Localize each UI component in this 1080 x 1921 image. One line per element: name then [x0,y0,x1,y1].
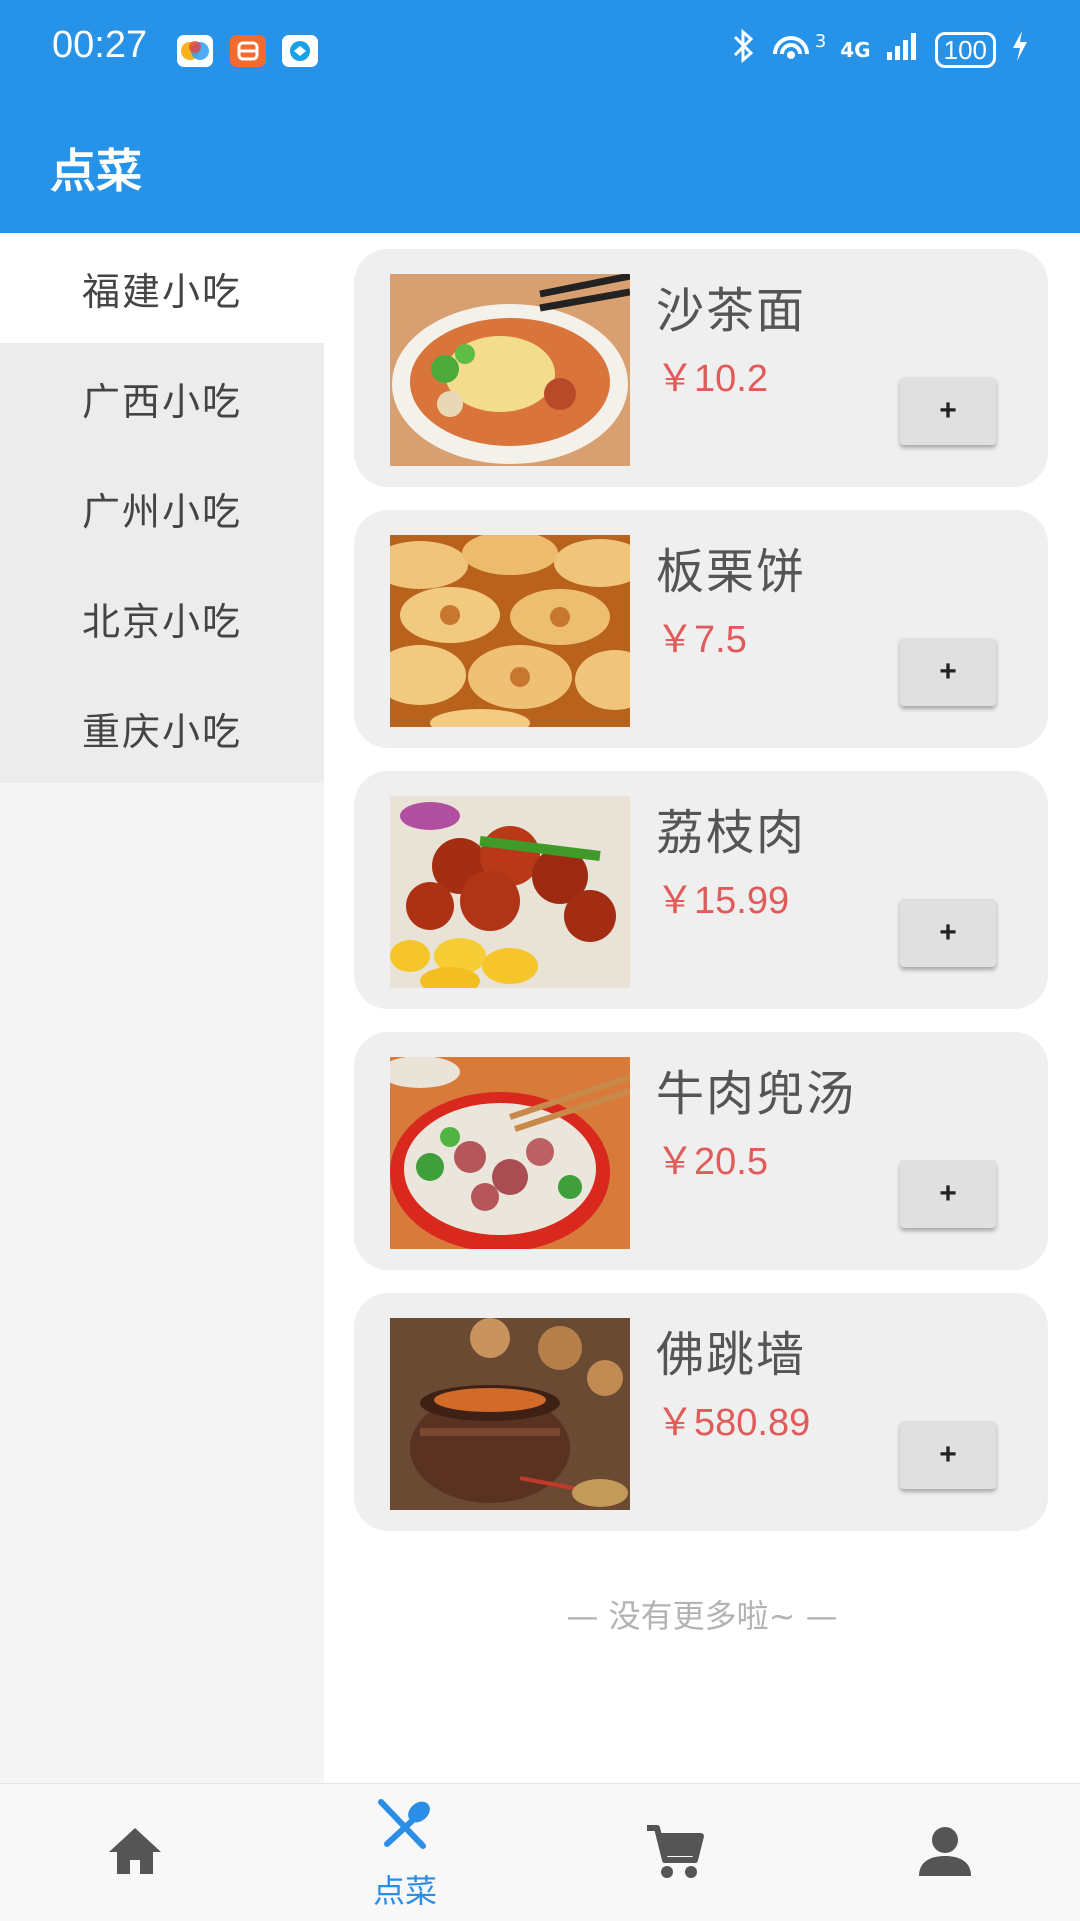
dish-price: ￥10.2 [656,358,768,400]
notification-app-icon-3 [282,35,318,67]
nav-order[interactable]: 点菜 [270,1784,540,1921]
battery-level: 100 [934,31,996,68]
category-sidebar: 福建小吃 广西小吃 广州小吃 北京小吃 重庆小吃 [0,233,324,1783]
notification-app-icon-2 [230,35,266,67]
person-icon [913,1820,977,1884]
nav-cart[interactable] [540,1784,810,1921]
category-chongqing[interactable]: 重庆小吃 [0,673,324,783]
dish-photo-buddha-jumps [390,1318,630,1510]
category-guangzhou[interactable]: 广州小吃 [0,453,324,563]
nav-home[interactable] [0,1784,270,1921]
dish-price: ￥580.89 [656,1402,811,1444]
category-guangxi[interactable]: 广西小吃 [0,343,324,453]
category-label: 北京小吃 [81,599,242,644]
dish-card: 板栗饼 ￥7.5 + [354,510,1048,748]
add-to-cart-button[interactable]: + [900,899,996,967]
dish-name: 牛肉兜汤 [656,1066,857,1122]
dish-price: ￥20.5 [656,1141,768,1183]
dish-card: 佛跳墙 ￥580.89 + [354,1293,1048,1531]
category-beijing[interactable]: 北京小吃 [0,563,324,673]
dish-photo-lychee-pork [390,796,630,988]
add-to-cart-button[interactable]: + [900,638,996,706]
nav-profile[interactable] [810,1784,1080,1921]
bluetooth-icon [731,28,755,71]
sim-badge: 3 [814,31,827,52]
nav-order-label: 点菜 [372,1872,437,1910]
add-to-cart-button[interactable]: + [900,377,996,445]
dish-price: ￥15.99 [656,880,790,922]
dish-price: ￥7.5 [656,619,747,661]
dish-card: 牛肉兜汤 ￥20.5 + [354,1032,1048,1270]
category-fujian[interactable]: 福建小吃 [0,233,324,343]
status-bar: 00:27 3 4G 100 [0,0,1080,105]
bottom-navigation: 点菜 [0,1783,1080,1921]
category-label: 广西小吃 [81,379,242,424]
dish-photo-beef-soup [390,1057,630,1249]
category-label: 广州小吃 [81,489,242,534]
dish-name: 沙茶面 [656,283,807,339]
signal-icon [885,30,921,69]
charging-icon [1010,29,1030,70]
page-title: 点菜 [50,144,142,198]
dish-list[interactable]: 沙茶面 ￥10.2 + 板栗饼 ￥7.5 + 荔枝肉 ￥15.99 + 牛肉兜汤… [324,233,1080,1783]
home-icon [103,1820,167,1884]
category-label: 福建小吃 [81,269,242,314]
cart-icon [643,1820,707,1884]
fork-spoon-icon [373,1796,437,1860]
dish-card: 荔枝肉 ￥15.99 + [354,771,1048,1009]
notification-app-icon-1 [177,35,213,67]
app-bar: 点菜 [0,105,1080,233]
status-time: 00:27 [52,24,148,66]
dish-photo-chestnut-cake [390,535,630,727]
list-end-notice: — 没有更多啦~ — [566,1597,838,1635]
dish-name: 板栗饼 [656,544,807,600]
dish-name: 荔枝肉 [656,805,807,861]
dish-name: 佛跳墙 [656,1327,807,1383]
dish-photo-noodles [390,274,630,466]
add-to-cart-button[interactable]: + [900,1160,996,1228]
network-type: 4G [840,37,871,62]
add-to-cart-button[interactable]: + [900,1421,996,1489]
dish-card: 沙茶面 ￥10.2 + [354,249,1048,487]
hotspot-icon [769,28,813,71]
category-label: 重庆小吃 [81,709,242,754]
